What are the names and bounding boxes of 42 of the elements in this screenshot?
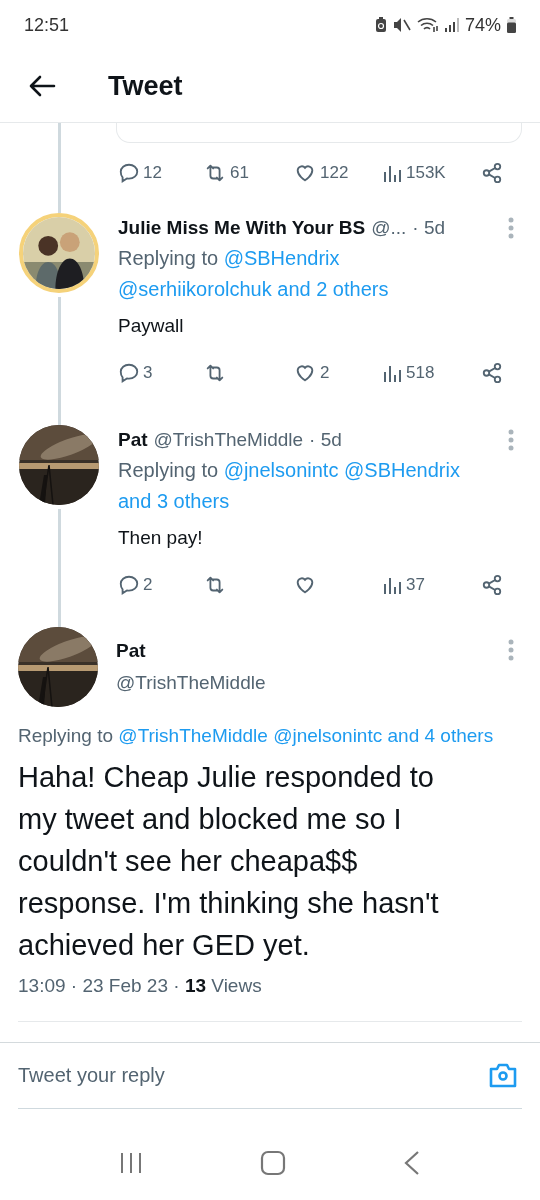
like-button[interactable]: 122 [293, 160, 349, 186]
home-icon[interactable] [260, 1150, 286, 1176]
reply-button[interactable]: 2 [118, 572, 153, 598]
battery-percent: 74% [464, 13, 501, 37]
views-button[interactable]: 518 [383, 360, 435, 386]
author-name: Pat [118, 428, 148, 452]
replying-to-text: Replying to @TrishTheMiddle @jnelsonintc and 4 others [18, 724, 495, 748]
reply-button[interactable]: 12 [118, 160, 162, 186]
replying-to-text: Replying to @SBHendrix @serhiikorolchuk and 2 others [118, 246, 390, 302]
like-button[interactable]: 2 [293, 360, 330, 386]
battery-icon [507, 17, 516, 33]
tweet-age: · 5d [412, 216, 446, 240]
reply-button[interactable]: 3 [118, 360, 153, 386]
wifi-icon [416, 17, 439, 33]
reply-text: Then pay! [118, 526, 204, 550]
reply-icon [118, 162, 140, 184]
reply-input-field[interactable]: Tweet your reply [18, 1060, 488, 1090]
author-handle: @TrishTheMiddle [153, 428, 304, 452]
tweet-age: · 5d [309, 428, 342, 452]
status-time: 12:51 [24, 13, 70, 37]
tweet-text: Haha! Cheap Julie responded to my tweet and blocked me so I couldn't see her cheapa$$ response. I'm thinking she hasn't achieved her GED yet. [18, 760, 440, 963]
author-handle: @TrishTheMiddle [116, 671, 267, 695]
views-button[interactable]: 37 [383, 572, 425, 598]
author-name: Pat [116, 639, 147, 663]
battery-saver-icon [374, 17, 387, 33]
reply-icon [118, 362, 140, 384]
share-button[interactable] [481, 362, 503, 384]
retweet-button[interactable]: 61 [203, 160, 249, 186]
camera-icon[interactable] [488, 1061, 518, 1089]
author-name: Julie Miss Me With Your BS [118, 216, 366, 240]
page-title: Tweet [108, 69, 183, 103]
mute-icon [392, 17, 411, 33]
author-handle: @... [371, 216, 407, 240]
views-button[interactable]: 153K [383, 160, 446, 186]
share-button[interactable] [481, 162, 503, 184]
reply-text: Paywall [118, 314, 185, 338]
share-button[interactable] [481, 574, 503, 596]
recent-apps-icon[interactable] [118, 1151, 143, 1175]
tweet-timestamp: 13:09 · 23 Feb 23 · 13 Views [18, 974, 263, 998]
signal-icon [444, 18, 459, 32]
replying-to-text: Replying to @jnelsonintc @SBHendrix and 3 others [118, 458, 461, 514]
reply-icon [118, 574, 140, 596]
